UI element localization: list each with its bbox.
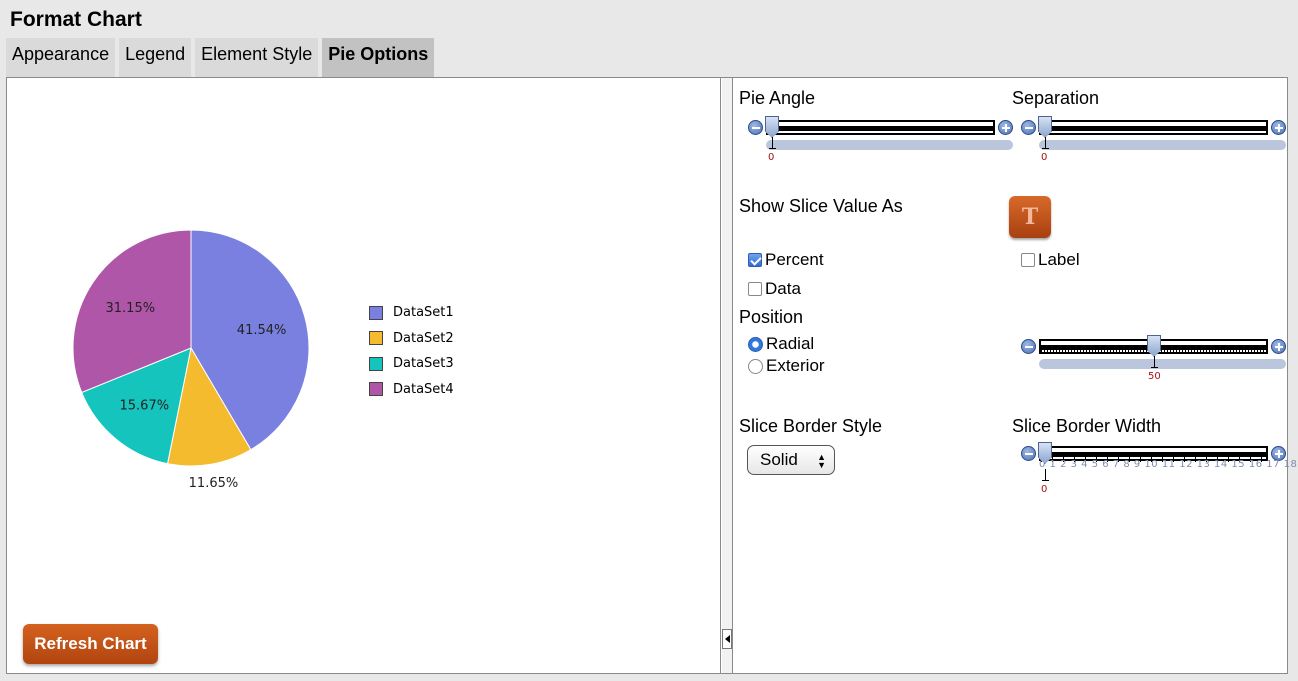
plus-icon[interactable] <box>1271 120 1286 135</box>
pie-angle-label: Pie Angle <box>739 88 816 108</box>
legend-label: DataSet2 <box>393 330 454 346</box>
text-format-button[interactable]: T <box>1009 196 1051 238</box>
chart-preview-pane: 41.54% 11.65% 15.67% 31.15% DataSet1 DataSe… <box>7 78 721 673</box>
radio-selected[interactable] <box>748 336 763 352</box>
slider-value: 0 <box>1041 484 1048 495</box>
minus-icon[interactable] <box>1021 120 1036 135</box>
checkbox-checked[interactable] <box>748 253 762 267</box>
slider-value: 50 <box>1148 371 1161 382</box>
legend-item: DataSet4 <box>369 377 454 403</box>
page-title: Format Chart <box>10 8 142 31</box>
exterior-label: Exterior <box>766 356 825 375</box>
legend-item: DataSet1 <box>369 300 454 326</box>
pie-slice-label: 11.65% <box>189 476 239 491</box>
slider-track[interactable] <box>1039 120 1268 135</box>
minus-icon[interactable] <box>1021 446 1036 461</box>
slice-border-width-label: Slice Border Width <box>1012 416 1162 436</box>
plus-icon[interactable] <box>998 120 1013 135</box>
pie-angle-slider[interactable]: 0 <box>748 116 1013 164</box>
pane-splitter[interactable] <box>722 78 733 673</box>
slider-marker <box>1042 469 1049 481</box>
border-style-select[interactable]: Solid ▲ ▼ <box>747 445 835 475</box>
slider-value: 0 <box>768 152 775 163</box>
pie-chart: 41.54% 11.65% 15.67% 31.15% <box>72 229 310 491</box>
pie-slice-label: 15.67% <box>120 398 170 413</box>
slider-scale <box>766 140 1013 150</box>
checkbox-unchecked[interactable] <box>1021 253 1035 267</box>
border-width-slider[interactable]: 0 1 2 3 4 5 6 7 8 9 10 11 12 13 14 15 16… <box>1021 442 1298 495</box>
slider-marker <box>1042 137 1049 149</box>
exterior-radio[interactable]: Exterior <box>748 356 825 376</box>
radio-unselected[interactable] <box>748 358 763 374</box>
tab-bar: Appearance Legend Element Style Pie Opti… <box>6 38 438 77</box>
legend-label: DataSet1 <box>393 305 454 321</box>
legend-swatch <box>369 331 383 346</box>
tab-pie-options[interactable]: Pie Options <box>322 38 435 77</box>
radial-radio[interactable]: Radial <box>748 334 814 354</box>
tab-legend[interactable]: Legend <box>119 38 192 77</box>
slider-track[interactable] <box>766 120 995 135</box>
slider-value: 0 <box>1041 152 1048 163</box>
position-slider[interactable]: 50 <box>1021 335 1286 383</box>
border-style-value: Solid <box>760 450 798 469</box>
tab-element-style[interactable]: Element Style <box>195 38 319 77</box>
minus-icon[interactable] <box>1021 339 1036 354</box>
slider-marker <box>1151 356 1158 368</box>
percent-label: Percent <box>765 250 824 269</box>
legend-label: DataSet4 <box>393 381 454 397</box>
label-checkbox[interactable]: Label <box>1021 250 1080 270</box>
show-slice-value-label: Show Slice Value As <box>739 196 903 216</box>
position-label: Position <box>739 307 804 327</box>
legend-swatch <box>369 305 383 320</box>
data-checkbox[interactable]: Data <box>748 279 801 299</box>
legend-label: DataSet3 <box>393 356 454 372</box>
percent-checkbox[interactable]: Percent <box>748 250 824 270</box>
pie-slice-label: 31.15% <box>106 301 156 316</box>
slider-scale-labels: 0 1 2 3 4 5 6 7 8 9 10 11 12 13 14 15 16… <box>1039 459 1298 470</box>
legend-item: DataSet2 <box>369 326 454 352</box>
refresh-chart-button[interactable]: Refresh Chart <box>23 624 158 664</box>
checkbox-unchecked[interactable] <box>748 282 762 296</box>
slider-marker <box>769 137 776 149</box>
data-label: Data <box>765 279 801 298</box>
select-arrows-icon: ▲ ▼ <box>817 452 826 470</box>
collapse-arrow-icon[interactable] <box>722 629 732 649</box>
separation-label: Separation <box>1012 88 1100 108</box>
slider-scale <box>1039 359 1286 369</box>
separation-slider[interactable]: 0 <box>1021 116 1286 164</box>
minus-icon[interactable] <box>748 120 763 135</box>
slice-border-style-label: Slice Border Style <box>739 416 883 436</box>
plus-icon[interactable] <box>1271 339 1286 354</box>
legend-item: DataSet3 <box>369 351 454 377</box>
legend-swatch <box>369 356 383 371</box>
pie-slice-label: 41.54% <box>237 323 287 338</box>
label-label: Label <box>1038 250 1080 269</box>
chart-legend: DataSet1 DataSet2 DataSet3 DataSet4 <box>369 300 454 402</box>
text-format-icon: T <box>1021 204 1039 230</box>
slider-scale <box>1039 140 1286 150</box>
radial-label: Radial <box>766 334 815 353</box>
legend-swatch <box>369 382 383 397</box>
tab-appearance[interactable]: Appearance <box>6 38 116 77</box>
